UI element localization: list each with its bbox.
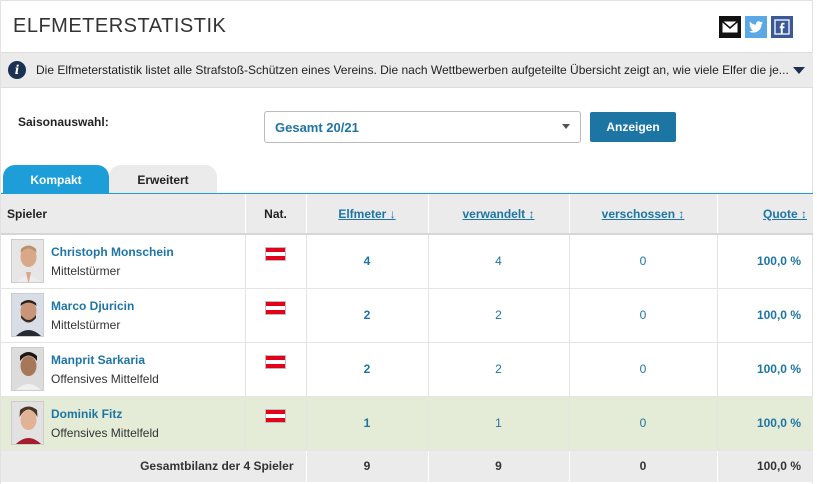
total-missed: 0 <box>568 450 717 482</box>
penalties-cell[interactable]: 2 <box>305 342 428 397</box>
penalties-cell[interactable]: 2 <box>305 288 428 343</box>
quote-cell: 100,0 % <box>716 396 813 451</box>
austria-flag-icon <box>265 355 286 369</box>
player-portrait[interactable] <box>11 347 44 391</box>
player-cell: Manprit Sarkaria Offensives Mittelfeld <box>1 342 245 397</box>
season-select[interactable]: Gesamt 20/21 <box>264 111 581 143</box>
mail-icon[interactable] <box>719 16 741 38</box>
scored-cell[interactable]: 4 <box>427 234 569 289</box>
table-row: Manprit Sarkaria Offensives Mittelfeld 2… <box>1 342 813 397</box>
player-name-link[interactable]: Christoph Monschein <box>51 245 174 259</box>
missed-cell[interactable]: 0 <box>568 342 717 397</box>
season-select-value: Gesamt 20/21 <box>275 119 359 135</box>
info-bar[interactable]: i Die Elfmeterstatistik listet alle Stra… <box>1 52 813 88</box>
player-cell: Dominik Fitz Offensives Mittelfeld <box>1 396 245 451</box>
player-name-link[interactable]: Marco Djuricin <box>51 299 134 313</box>
penalty-table: Spieler Nat. Elfmeter ↓ verwandelt ↕ ver… <box>1 194 813 482</box>
total-scored: 9 <box>427 450 569 482</box>
table-header-row: Spieler Nat. Elfmeter ↓ verwandelt ↕ ver… <box>1 194 813 235</box>
sort-penalties-link[interactable]: Elfmeter ↓ <box>338 207 395 221</box>
total-label: Gesamtbilanz der 4 Spieler <box>1 450 306 482</box>
info-text: Die Elfmeterstatistik listet alle Strafs… <box>36 63 788 77</box>
table-row: Christoph Monschein Mittelstürmer 4 4 0 … <box>1 234 813 289</box>
nat-cell <box>244 288 306 343</box>
missed-cell[interactable]: 0 <box>568 234 717 289</box>
nat-cell <box>244 234 306 289</box>
season-label: Saisonauswahl: <box>18 115 109 129</box>
quote-cell: 100,0 % <box>716 234 813 289</box>
player-position: Offensives Mittelfeld <box>51 371 159 386</box>
player-portrait[interactable] <box>11 293 44 337</box>
austria-flag-icon <box>265 409 286 423</box>
facebook-icon[interactable] <box>771 16 793 38</box>
header-scored[interactable]: verwandelt ↕ <box>427 194 569 235</box>
page-title: ELFMETERSTATISTIK <box>13 15 227 37</box>
header-quote[interactable]: Quote ↕ <box>716 194 813 235</box>
austria-flag-icon <box>265 247 286 262</box>
header-player: Spieler <box>1 194 245 235</box>
expand-arrow-icon[interactable] <box>793 67 805 74</box>
header-penalties[interactable]: Elfmeter ↓ <box>305 194 428 235</box>
table-row: Marco Djuricin Mittelstürmer 2 2 0 100,0… <box>1 288 813 343</box>
player-name-link[interactable]: Dominik Fitz <box>51 407 159 421</box>
scored-cell[interactable]: 1 <box>427 396 569 451</box>
scored-cell[interactable]: 2 <box>427 288 569 343</box>
scored-cell[interactable]: 2 <box>427 342 569 397</box>
nat-cell <box>244 396 306 451</box>
penalties-cell[interactable]: 4 <box>305 234 428 289</box>
player-position: Mittelstürmer <box>51 317 121 332</box>
page-frame: ELFMETERSTATISTIK i Die Elfmeterstatisti… <box>0 0 813 484</box>
tab-erweitert[interactable]: Erweitert <box>109 165 217 194</box>
header-missed[interactable]: verschossen ↕ <box>568 194 717 235</box>
player-name-link[interactable]: Manprit Sarkaria <box>51 353 159 367</box>
player-portrait[interactable] <box>11 239 44 284</box>
twitter-icon[interactable] <box>745 16 767 38</box>
quote-cell: 100,0 % <box>716 342 813 397</box>
player-position: Mittelstürmer <box>51 263 121 278</box>
chevron-down-icon <box>562 124 570 129</box>
total-row: Gesamtbilanz der 4 Spieler 9 9 0 100,0 % <box>1 450 813 482</box>
page-header: ELFMETERSTATISTIK <box>1 0 813 52</box>
quote-cell: 100,0 % <box>716 288 813 343</box>
player-portrait[interactable] <box>11 401 44 445</box>
header-nat: Nat. <box>244 194 306 235</box>
total-penalties: 9 <box>305 450 428 482</box>
player-cell: Marco Djuricin Mittelstürmer <box>1 288 245 343</box>
nat-cell <box>244 342 306 397</box>
missed-cell[interactable]: 0 <box>568 396 717 451</box>
sort-scored-link[interactable]: verwandelt ↕ <box>462 207 534 221</box>
sort-missed-link[interactable]: verschossen ↕ <box>602 207 685 221</box>
player-position: Offensives Mittelfeld <box>51 425 159 440</box>
austria-flag-icon <box>265 301 286 315</box>
player-cell: Christoph Monschein Mittelstürmer <box>1 234 245 289</box>
tab-kompakt[interactable]: Kompakt <box>3 165 109 194</box>
show-button[interactable]: Anzeigen <box>590 112 676 142</box>
sort-quote-link[interactable]: Quote ↕ <box>763 207 807 221</box>
missed-cell[interactable]: 0 <box>568 288 717 343</box>
penalties-cell[interactable]: 1 <box>305 396 428 451</box>
total-quote: 100,0 % <box>716 450 813 482</box>
info-icon: i <box>8 61 26 79</box>
table-row: Dominik Fitz Offensives Mittelfeld 1 1 0… <box>1 396 813 451</box>
